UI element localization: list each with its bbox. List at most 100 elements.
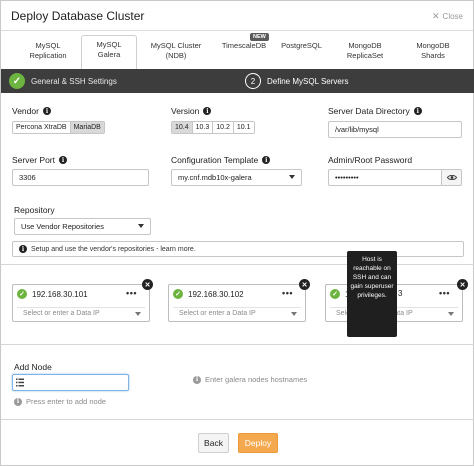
step-number: 2 (245, 73, 261, 89)
dialog-title: Deploy Database Cluster (11, 9, 145, 23)
enter-hint: i Press enter to add node (14, 397, 106, 406)
more-options-icon[interactable]: ••• (282, 288, 293, 298)
add-node-input[interactable] (12, 374, 129, 391)
section-divider (1, 264, 474, 265)
node-header: ✓ 192.168.30.102 (173, 289, 244, 299)
deploy-dialog: Deploy Database Cluster ✕ Close MySQL Re… (0, 0, 474, 466)
tab-mysql-replication[interactable]: MySQL Replication (23, 37, 73, 69)
tab-label: ReplicaSet (346, 51, 384, 60)
step2-label: Define MySQL Servers (267, 76, 349, 86)
data-ip-placeholder: Select or enter a Data IP (23, 310, 100, 317)
tab-mysql-cluster-ndb[interactable]: MySQL Cluster (NDB) (146, 37, 206, 69)
remove-node-icon[interactable]: ✕ (457, 279, 468, 290)
close-label: Close (442, 12, 463, 21)
repository-value: Use Vendor Repositories (21, 222, 104, 231)
tab-label: TimescaleDB (221, 41, 267, 50)
remove-node-icon[interactable]: ✕ (142, 279, 153, 290)
more-options-icon[interactable]: ••• (126, 288, 137, 298)
data-dir-label-text: Server Data Directory (328, 106, 410, 116)
info-icon[interactable]: i (203, 107, 212, 115)
more-options-icon[interactable]: ••• (439, 288, 450, 298)
tab-mysql-galera[interactable]: MySQL Galera (81, 35, 137, 70)
hostnames-hint-text: Enter galera nodes hostnames (205, 375, 308, 384)
footer-divider (1, 419, 474, 420)
admin-password-label-text: Admin/Root Password (328, 155, 413, 165)
deploy-button[interactable]: Deploy (238, 433, 278, 453)
step-define-servers: 2 Define MySQL Servers (245, 73, 349, 89)
vendor-option-percona[interactable]: Percona XtraDB (13, 122, 71, 133)
version-option-10-2[interactable]: 10.2 (213, 122, 234, 133)
back-button[interactable]: Back (198, 433, 229, 453)
info-icon[interactable]: i (413, 107, 422, 115)
tab-label: Shards (421, 51, 445, 60)
tab-postgresql[interactable]: PostgreSQL (279, 37, 324, 69)
node-card: ✓ 192.168.30.102 ••• Select or enter a D… (168, 284, 306, 322)
chevron-down-icon (138, 224, 144, 228)
config-template-label-text: Configuration Template (171, 155, 259, 165)
admin-password-input[interactable]: ••••••••• (328, 169, 442, 186)
tab-label: MongoDB (416, 41, 450, 50)
vendor-selector: Percona XtraDB MariaDB (12, 121, 105, 134)
version-option-10-4[interactable]: 10.4 (172, 122, 193, 133)
chevron-down-icon (291, 312, 297, 316)
tab-timescaledb[interactable]: TimescaleDB (219, 37, 269, 69)
eye-icon (446, 175, 457, 180)
node-ip: 192.168.30.101 (32, 289, 88, 299)
wizard-steps: ✓ General & SSH Settings 2 Define MySQL … (1, 69, 474, 93)
version-selector: 10.4 10.3 10.2 10.1 (171, 121, 255, 134)
show-password-button[interactable] (441, 169, 462, 186)
remove-node-icon[interactable]: ✕ (299, 279, 310, 290)
tab-label: Galera (97, 50, 121, 59)
config-template-label: Configuration Template i (171, 155, 271, 165)
repository-select[interactable]: Use Vendor Repositories (14, 218, 151, 235)
version-option-10-3[interactable]: 10.3 (192, 122, 214, 133)
chevron-down-icon (289, 175, 295, 179)
enter-hint-text: Press enter to add node (26, 397, 107, 406)
tab-label: MySQL (96, 40, 122, 49)
version-option-10-1[interactable]: 10.1 (233, 122, 254, 133)
step-general-ssh[interactable]: ✓ General & SSH Settings (9, 73, 117, 89)
info-icon[interactable]: i (42, 107, 51, 115)
close-button[interactable]: ✕ Close (432, 11, 463, 22)
dialog-titlebar: Deploy Database Cluster ✕ Close (1, 1, 473, 31)
tab-label: (NDB) (165, 51, 187, 60)
repository-label: Repository (14, 205, 55, 215)
server-port-input[interactable]: 3306 (12, 169, 149, 186)
data-ip-select[interactable]: Select or enter a Data IP (17, 307, 145, 319)
close-icon: ✕ (432, 11, 440, 21)
version-label-text: Version (171, 106, 200, 116)
ssh-reachable-tooltip: Host is reachable on SSH and can gain su… (347, 251, 397, 337)
chevron-down-icon (135, 312, 141, 316)
tab-mongodb-shards[interactable]: MongoDB Shards (409, 37, 457, 69)
data-ip-select[interactable]: Select or enter a Data IP (173, 307, 301, 319)
list-icon (16, 378, 24, 387)
tab-label: MySQL Cluster (150, 41, 202, 50)
info-icon[interactable]: i (59, 156, 67, 164)
step1-label: General & SSH Settings (31, 76, 117, 86)
data-dir-input[interactable]: /var/lib/mysql (328, 121, 462, 138)
section-divider (1, 344, 474, 345)
node-ip: 192.168.30.102 (188, 289, 244, 299)
info-icon[interactable]: i (262, 156, 271, 164)
admin-password-label: Admin/Root Password (328, 155, 412, 165)
config-template-value: my.cnf.mdb10x-galera (178, 173, 252, 182)
check-icon: ✓ (173, 289, 183, 299)
hostnames-hint: i Enter galera nodes hostnames (193, 375, 307, 384)
tab-mongodb-replicaset[interactable]: MongoDB ReplicaSet (339, 37, 391, 69)
tab-label: PostgreSQL (281, 41, 322, 50)
new-badge: NEW (250, 33, 269, 41)
data-ip-placeholder: Select or enter a Data IP (179, 310, 256, 317)
tab-label: MySQL (35, 41, 61, 50)
repository-notice-text[interactable]: Setup and use the vendor's repositories … (31, 246, 196, 253)
vendor-label: Vendor i (12, 106, 51, 116)
version-label: Version i (171, 106, 212, 116)
info-icon: i (19, 245, 27, 253)
chevron-down-icon (448, 312, 454, 316)
check-icon: ✓ (17, 289, 27, 299)
config-template-select[interactable]: my.cnf.mdb10x-galera (171, 169, 302, 186)
vendor-option-mariadb[interactable]: MariaDB (70, 122, 104, 133)
node-ip-tail: 3 (398, 289, 403, 298)
add-node-label: Add Node (14, 362, 52, 372)
tab-label: MongoDB (348, 41, 382, 50)
server-port-label: Server Port i (12, 155, 67, 165)
